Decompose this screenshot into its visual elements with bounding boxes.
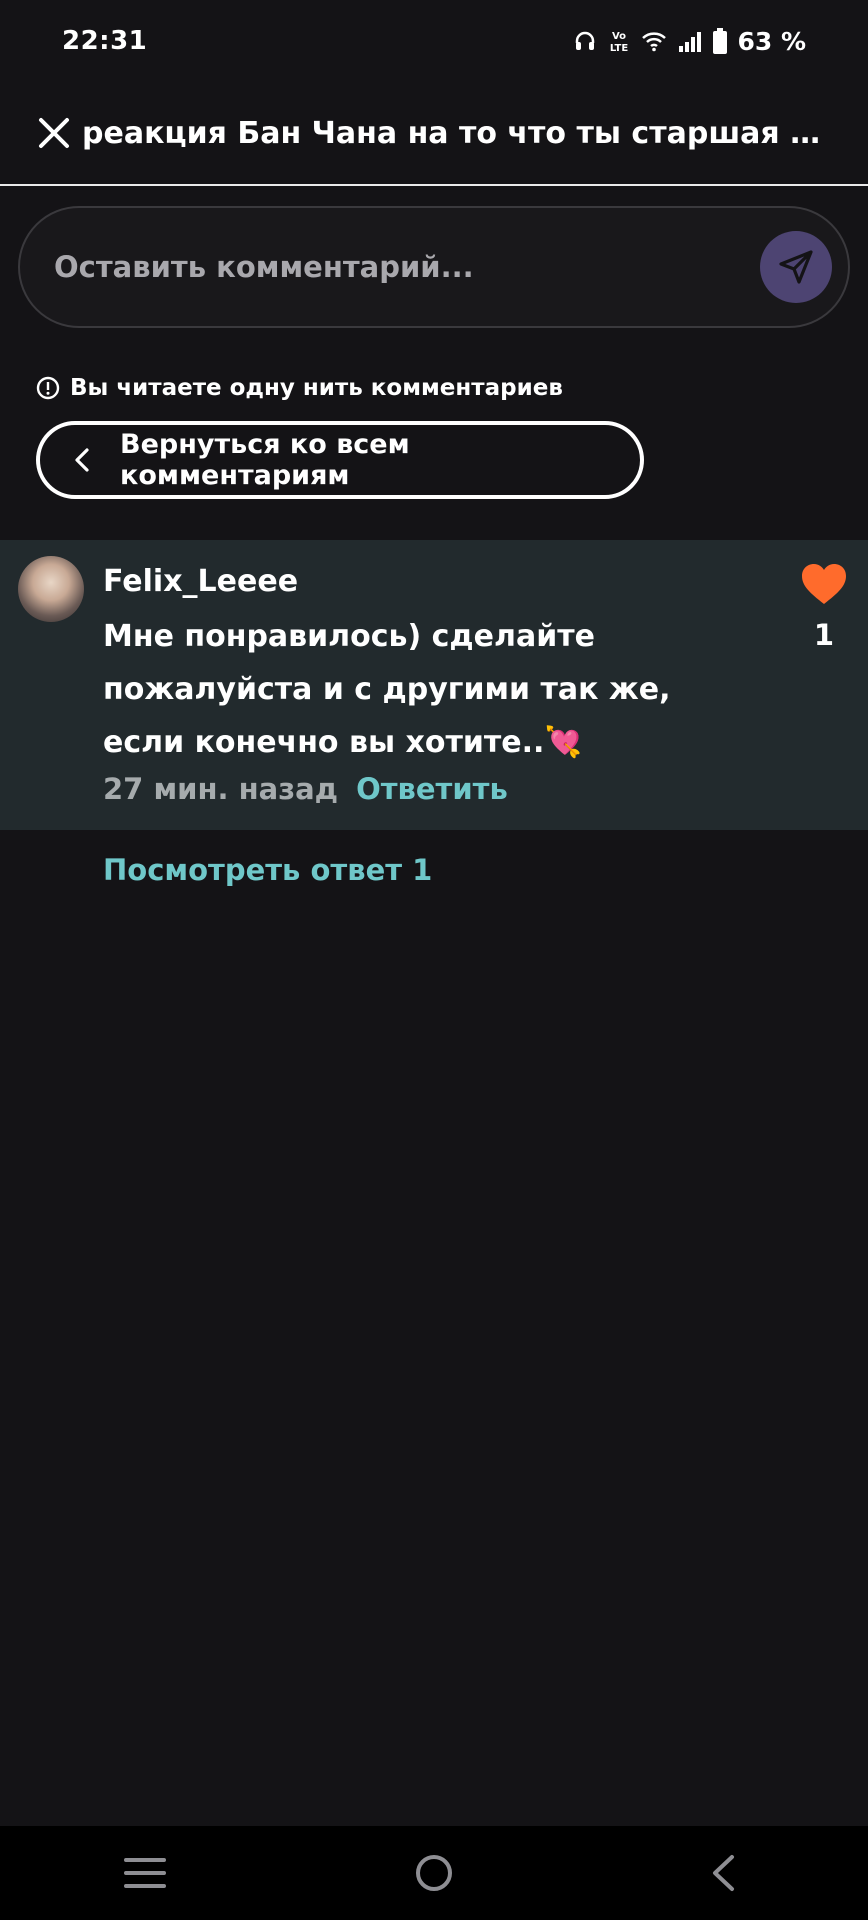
heart-icon: [802, 564, 846, 604]
system-nav-bar: [0, 1826, 868, 1920]
back-to-all-comments-label: Вернуться ко всем комментариям: [120, 429, 410, 491]
svg-text:LTE: LTE: [610, 43, 629, 54]
back-icon: [713, 1855, 735, 1891]
volte-icon: Vo LTE: [607, 28, 631, 54]
menu-icon: [123, 1858, 166, 1888]
avatar[interactable]: [18, 556, 84, 622]
comment: Felix_Leeee Мне понравилось) сделайте по…: [0, 540, 868, 830]
like-count: 1: [813, 618, 835, 652]
info-icon: [36, 376, 60, 400]
close-button[interactable]: [36, 115, 72, 151]
thread-notice: Вы читаете одну нить комментариев: [36, 375, 563, 401]
recent-apps-button[interactable]: [105, 1843, 185, 1903]
send-button[interactable]: [760, 231, 832, 303]
home-button[interactable]: [394, 1843, 474, 1903]
back-to-all-comments-button[interactable]: Вернуться ко всем комментариям: [36, 421, 644, 499]
like-button[interactable]: [800, 562, 848, 606]
wifi-icon: [641, 30, 667, 52]
send-icon: [779, 250, 813, 284]
battery-percent: 63 %: [737, 26, 806, 56]
page-title: реакция Бан Чана на то что ты старшая с.…: [82, 115, 822, 151]
comment-author[interactable]: Felix_Leeee: [103, 564, 298, 599]
comment-meta: 27 мин. назад Ответить: [103, 772, 508, 806]
close-icon: [39, 118, 69, 148]
view-replies-button[interactable]: Посмотреть ответ 1: [103, 853, 432, 887]
status-icons: Vo LTE 63 %: [573, 27, 806, 56]
comment-input[interactable]: [54, 250, 694, 284]
comment-box: [18, 206, 850, 328]
thread-notice-text: Вы читаете одну нить комментариев: [70, 375, 563, 401]
chevron-left-icon: [74, 447, 90, 473]
battery-icon: [713, 28, 728, 54]
comment-time: 27 мин. назад: [103, 772, 339, 806]
home-icon: [415, 1855, 452, 1891]
comment-text: Мне понравилось) сделайте пожалуйста и с…: [103, 619, 671, 760]
header: реакция Бан Чана на то что ты старшая с.…: [0, 82, 868, 186]
headphones-icon: [573, 29, 597, 53]
back-button[interactable]: [683, 1843, 763, 1903]
signal-icon: [677, 30, 703, 52]
svg-text:Vo: Vo: [612, 31, 626, 42]
status-bar: 22:31 Vo LTE 63 %: [0, 0, 868, 82]
status-time: 22:31: [62, 26, 148, 56]
reply-button[interactable]: Ответить: [356, 772, 508, 806]
app-screen: 22:31 VoLTE 63 % реакция Бан Чана на то: [0, 0, 868, 1920]
